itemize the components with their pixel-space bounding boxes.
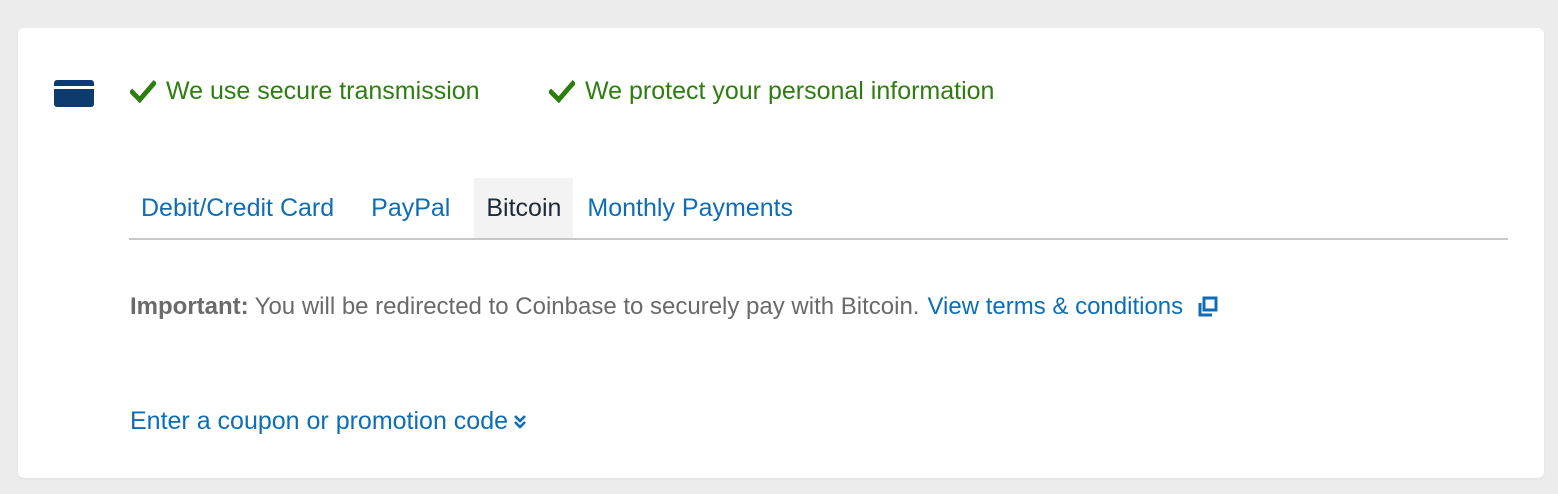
credit-card-stripe — [54, 86, 94, 89]
bitcoin-redirect-notice: Important: You will be redirected to Coi… — [130, 292, 1219, 322]
external-link-icon[interactable] — [1197, 296, 1219, 318]
notice-message: You will be redirected to Coinbase to se… — [254, 293, 920, 320]
check-icon — [130, 79, 156, 104]
credit-card-icon — [54, 80, 94, 107]
assurance-label: We protect your personal information — [585, 77, 995, 105]
tab-paypal[interactable]: PayPal — [359, 178, 462, 238]
payment-method-tabs: Debit/Credit Card PayPal Bitcoin Monthly… — [129, 178, 1508, 240]
tab-label: Bitcoin — [486, 193, 562, 222]
tab-monthly-payments[interactable]: Monthly Payments — [575, 178, 805, 238]
assurance-personal-info: We protect your personal information — [549, 76, 994, 106]
check-icon — [549, 79, 575, 104]
important-label: Important: — [130, 293, 249, 320]
tab-label: Debit/Credit Card — [141, 193, 335, 222]
coupon-label: Enter a coupon or promotion code — [130, 407, 509, 435]
coupon-toggle[interactable]: Enter a coupon or promotion code — [130, 406, 527, 436]
tab-bitcoin[interactable]: Bitcoin — [474, 178, 574, 238]
tab-label: PayPal — [371, 193, 451, 222]
payment-panel: We use secure transmission We protect yo… — [18, 28, 1544, 478]
double-chevron-down-icon — [514, 415, 526, 429]
assurance-secure-transmission: We use secure transmission — [130, 76, 480, 106]
view-terms-link[interactable]: View terms & conditions — [927, 292, 1183, 322]
assurance-label: We use secure transmission — [166, 77, 480, 105]
tab-label: Monthly Payments — [587, 193, 794, 222]
tab-debit-credit-card[interactable]: Debit/Credit Card — [129, 178, 346, 238]
